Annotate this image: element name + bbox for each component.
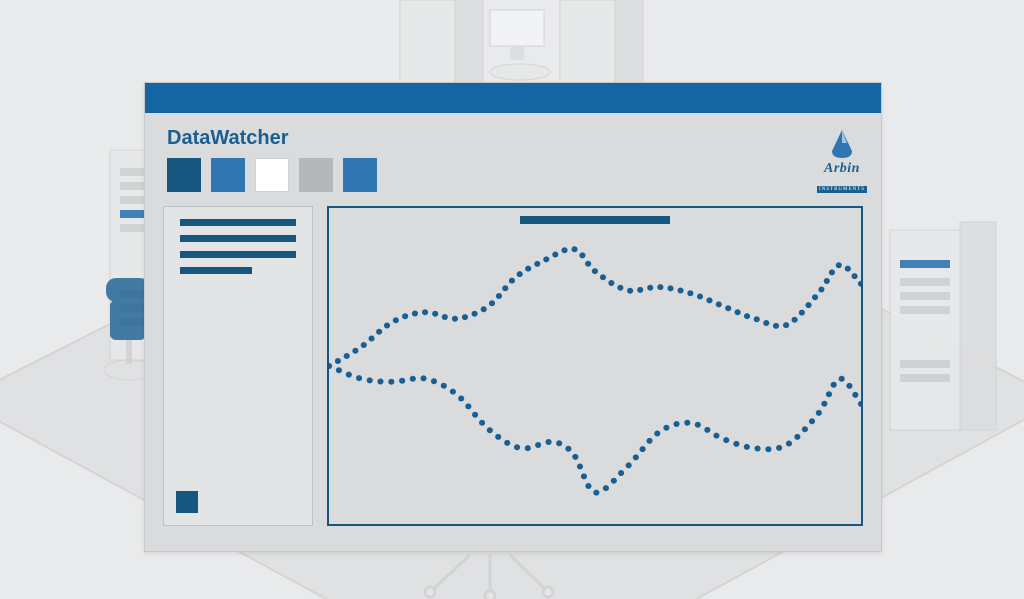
- brand-name: Arbin: [817, 161, 867, 177]
- app-window: DataWatcher Arbin INSTRUMENTS: [144, 82, 882, 552]
- color-swatch-row: [167, 158, 863, 192]
- sidebar-line: [180, 235, 296, 242]
- color-swatch-2[interactable]: [255, 158, 289, 192]
- chart-series-series-top: [329, 246, 861, 369]
- color-swatch-1[interactable]: [211, 158, 245, 192]
- color-swatch-3[interactable]: [299, 158, 333, 192]
- chart-plot: [329, 208, 861, 524]
- brand-logo: Arbin INSTRUMENTS: [817, 129, 867, 195]
- sidebar-panel: [163, 206, 313, 526]
- window-titlebar[interactable]: [145, 83, 881, 113]
- brand-droplet-icon: [829, 129, 855, 159]
- sidebar-line: [180, 267, 252, 274]
- color-swatch-0[interactable]: [167, 158, 201, 192]
- window-content: DataWatcher Arbin INSTRUMENTS: [145, 113, 881, 551]
- chart-panel: [327, 206, 863, 526]
- sidebar-line: [180, 251, 296, 258]
- sidebar-bottom-marker[interactable]: [176, 491, 198, 513]
- sidebar-line: [180, 219, 296, 226]
- app-title: DataWatcher: [167, 127, 863, 150]
- chart-series-series-bottom: [329, 363, 861, 496]
- color-swatch-4[interactable]: [343, 158, 377, 192]
- brand-subtitle: INSTRUMENTS: [817, 186, 867, 193]
